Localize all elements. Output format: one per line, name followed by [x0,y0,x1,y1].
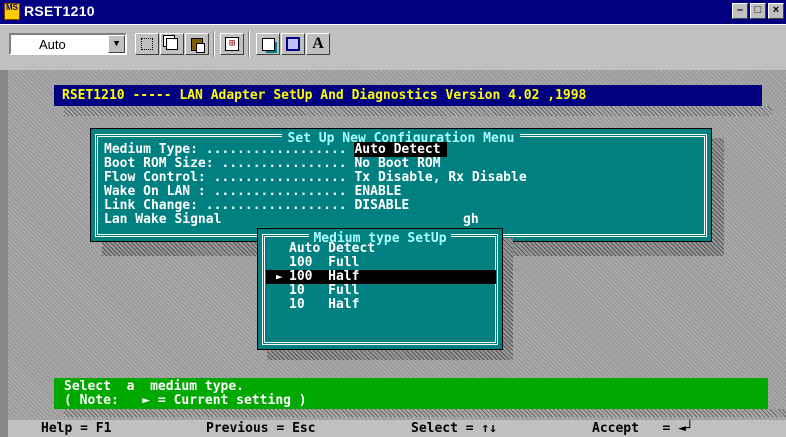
option-label: Auto Detect [289,241,376,256]
font-icon: A [312,35,324,52]
toolbar: Auto ▼ ⊞ A [0,24,786,68]
chevron-down-icon[interactable]: ▼ [108,35,125,53]
config-row-lan-wake-signal[interactable]: Lan Wake Signal [104,213,221,227]
ms-dos-icon[interactable]: MS [4,3,20,20]
config-dots: ................. [213,184,347,199]
hint-box: Select a medium type.( Note: ► = Current… [54,378,768,409]
config-label: Lan Wake Signal [104,212,222,227]
background-icon [286,37,300,51]
copy-button[interactable] [160,33,184,55]
window-title-bar[interactable]: MS RSET1210 – □ × [0,0,786,24]
hint-note: ( Note: ► = Current setting ) [64,393,307,408]
option-10-half[interactable]: 10 Half [266,298,496,312]
medium-type-submenu: Medium type SetUp Auto Detect 100 Full ►… [257,228,503,350]
config-value: ENABLE [354,184,402,199]
current-setting-marker-icon: ► [276,270,283,283]
option-auto-detect[interactable]: Auto Detect [266,242,496,256]
config-row-link-change[interactable]: Link Change: .................. DISABLE [104,199,409,213]
config-dots: ................. [213,170,347,185]
mark-icon [141,38,153,50]
close-button[interactable]: × [768,3,784,19]
accept-key: Accept = ◄┘ [592,421,694,436]
hint-line: Select a medium type. [64,379,245,394]
option-100-full[interactable]: 100 Full [266,256,496,270]
menu-shadow [712,138,724,242]
config-label: Link Change: [104,198,206,213]
previous-key: Previous = Esc [206,421,316,436]
mark-button[interactable] [135,33,159,55]
option-label: 10 Half [289,297,360,312]
config-row-medium-type[interactable]: Medium Type: .................. Auto Det… [104,142,447,157]
fullscreen-button[interactable]: ⊞ [220,33,244,55]
header-shadow [64,106,772,116]
window-title: RSET1210 [24,3,95,19]
config-label: Boot ROM Size: [104,156,222,171]
paste-icon [191,37,205,53]
hint-shadow [64,409,786,417]
fullscreen-icon: ⊞ [225,37,239,51]
console-left-edge [0,70,8,437]
program-header: RSET1210 ----- LAN Adapter SetUp And Dia… [54,85,762,106]
copy-icon [166,38,178,50]
properties-button[interactable] [256,33,280,55]
console-screen[interactable]: RSET1210 ----- LAN Adapter SetUp And Dia… [8,70,786,437]
config-row-flow-control[interactable]: Flow Control: ................. Tx Disab… [104,171,527,185]
config-row-wake-on-lan[interactable]: Wake On LAN : ................. ENABLE [104,185,401,199]
toolbar-divider [248,31,250,57]
toolbar-divider [213,31,215,57]
config-value: No Boot ROM [354,156,441,171]
config-value-lan-wake-signal: gh [463,212,479,227]
config-dots: ................ [221,156,347,171]
option-label: 100 Full [289,255,360,270]
maximize-button[interactable]: □ [750,3,766,19]
select-key: Select = ↑↓ [411,421,498,436]
config-value: DISABLE [354,198,410,213]
config-value: Auto Detect [354,142,447,157]
option-label: 100 Half [289,269,360,284]
help-key: Help = F1 [41,421,112,436]
config-value: Tx Disable, Rx Disable [354,170,527,185]
config-dots: .................. [205,198,347,213]
minimize-button[interactable]: – [732,3,748,19]
configuration-menu: Set Up New Configuration Menu Medium Typ… [90,128,712,242]
config-row-boot-rom-size[interactable]: Boot ROM Size: ................ No Boot … [104,157,441,171]
option-label: 10 Full [289,283,360,298]
config-label: Wake On LAN : [104,184,214,199]
font-button[interactable]: A [306,33,330,55]
submenu-shadow [503,238,513,350]
config-label: Medium Type: [104,142,206,157]
key-help-bar: Help = F1 Previous = Esc Select = ↑↓ Acc… [8,420,786,437]
background-button[interactable] [281,33,305,55]
submenu-shadow [267,350,513,360]
config-dots: .................. [205,142,347,157]
option-10-full[interactable]: 10 Full [266,284,496,298]
config-label: Flow Control: [104,170,214,185]
option-100-half[interactable]: ► 100 Half [266,270,496,284]
properties-icon [261,37,275,51]
paste-button[interactable] [185,33,209,55]
font-size-select[interactable]: Auto ▼ [9,33,127,55]
font-size-value: Auto [39,37,66,52]
